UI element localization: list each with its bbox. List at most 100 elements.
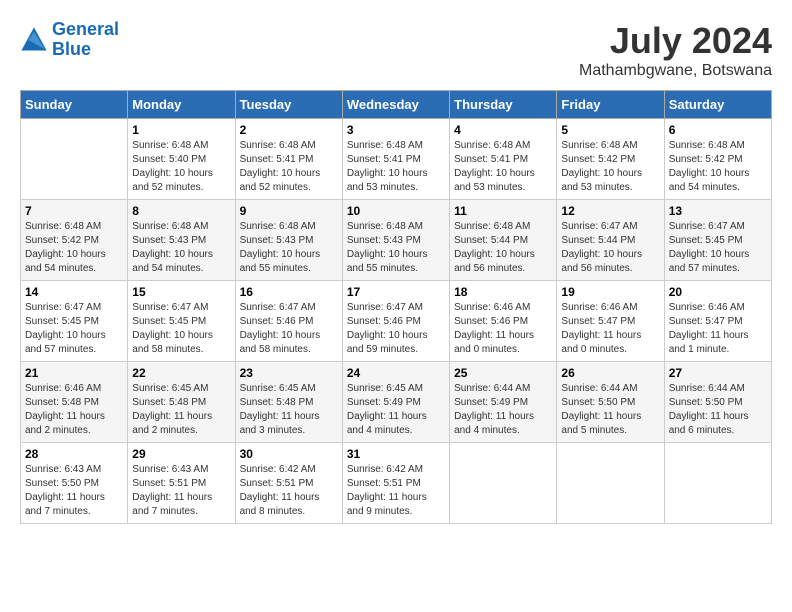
day-info: Sunrise: 6:43 AM Sunset: 5:50 PM Dayligh… (25, 463, 123, 519)
calendar-cell: 20 Sunrise: 6:46 AM Sunset: 5:47 PM Dayli… (664, 281, 771, 362)
day-number: 17 (347, 285, 445, 299)
weekday-header: Monday (128, 91, 235, 119)
day-number: 25 (454, 366, 552, 380)
day-number: 20 (669, 285, 767, 299)
calendar-cell: 21 Sunrise: 6:46 AM Sunset: 5:48 PM Dayli… (21, 362, 128, 443)
calendar-week-row: 7 Sunrise: 6:48 AM Sunset: 5:42 PM Daylig… (21, 200, 772, 281)
day-number: 16 (240, 285, 338, 299)
calendar-cell: 30 Sunrise: 6:42 AM Sunset: 5:51 PM Dayli… (235, 443, 342, 524)
day-number: 3 (347, 123, 445, 137)
calendar-cell: 3 Sunrise: 6:48 AM Sunset: 5:41 PM Daylig… (342, 119, 449, 200)
calendar-cell: 11 Sunrise: 6:48 AM Sunset: 5:44 PM Dayli… (450, 200, 557, 281)
weekday-header: Thursday (450, 91, 557, 119)
day-number: 8 (132, 204, 230, 218)
day-info: Sunrise: 6:48 AM Sunset: 5:42 PM Dayligh… (25, 220, 123, 276)
day-info: Sunrise: 6:47 AM Sunset: 5:44 PM Dayligh… (561, 220, 659, 276)
weekday-header: Tuesday (235, 91, 342, 119)
logo-line2: Blue (52, 39, 91, 59)
day-number: 7 (25, 204, 123, 218)
day-info: Sunrise: 6:48 AM Sunset: 5:43 PM Dayligh… (240, 220, 338, 276)
day-number: 6 (669, 123, 767, 137)
day-info: Sunrise: 6:46 AM Sunset: 5:47 PM Dayligh… (561, 301, 659, 357)
calendar-cell (557, 443, 664, 524)
day-number: 4 (454, 123, 552, 137)
day-number: 13 (669, 204, 767, 218)
day-number: 2 (240, 123, 338, 137)
day-info: Sunrise: 6:48 AM Sunset: 5:42 PM Dayligh… (561, 139, 659, 195)
day-number: 22 (132, 366, 230, 380)
day-info: Sunrise: 6:44 AM Sunset: 5:50 PM Dayligh… (561, 382, 659, 438)
day-number: 29 (132, 447, 230, 461)
day-info: Sunrise: 6:48 AM Sunset: 5:41 PM Dayligh… (347, 139, 445, 195)
calendar-cell: 17Sunrise: 6:47 AM Sunset: 5:46 PM Dayli… (342, 281, 449, 362)
day-info: Sunrise: 6:48 AM Sunset: 5:41 PM Dayligh… (454, 139, 552, 195)
day-info: Sunrise: 6:43 AM Sunset: 5:51 PM Dayligh… (132, 463, 230, 519)
day-info: Sunrise: 6:48 AM Sunset: 5:43 PM Dayligh… (347, 220, 445, 276)
day-info: Sunrise: 6:42 AM Sunset: 5:51 PM Dayligh… (240, 463, 338, 519)
day-info: Sunrise: 6:47 AM Sunset: 5:45 PM Dayligh… (132, 301, 230, 357)
day-number: 11 (454, 204, 552, 218)
day-info: Sunrise: 6:48 AM Sunset: 5:40 PM Dayligh… (132, 139, 230, 195)
weekday-header: Friday (557, 91, 664, 119)
day-number: 12 (561, 204, 659, 218)
day-number: 15 (132, 285, 230, 299)
day-number: 5 (561, 123, 659, 137)
day-info: Sunrise: 6:46 AM Sunset: 5:47 PM Dayligh… (669, 301, 767, 357)
month-title: July 2024 (579, 20, 772, 62)
calendar-cell: 13 Sunrise: 6:47 AM Sunset: 5:45 PM Dayli… (664, 200, 771, 281)
day-number: 21 (25, 366, 123, 380)
calendar-week-row: 1 Sunrise: 6:48 AM Sunset: 5:40 PM Daylig… (21, 119, 772, 200)
day-info: Sunrise: 6:48 AM Sunset: 5:42 PM Dayligh… (669, 139, 767, 195)
day-number: 23 (240, 366, 338, 380)
title-block: July 2024 Mathambgwane, Botswana (579, 20, 772, 80)
calendar-cell: 5 Sunrise: 6:48 AM Sunset: 5:42 PM Daylig… (557, 119, 664, 200)
calendar-cell (21, 119, 128, 200)
day-number: 19 (561, 285, 659, 299)
logo: General Blue (20, 20, 119, 60)
calendar-cell: 15 Sunrise: 6:47 AM Sunset: 5:45 PM Dayli… (128, 281, 235, 362)
day-number: 30 (240, 447, 338, 461)
calendar-body: 1 Sunrise: 6:48 AM Sunset: 5:40 PM Daylig… (21, 119, 772, 524)
calendar-cell: 29 Sunrise: 6:43 AM Sunset: 5:51 PM Dayli… (128, 443, 235, 524)
day-info: Sunrise: 6:47 AM Sunset: 5:45 PM Dayligh… (25, 301, 123, 357)
day-info: Sunrise: 6:44 AM Sunset: 5:50 PM Dayligh… (669, 382, 767, 438)
calendar-cell: 8 Sunrise: 6:48 AM Sunset: 5:43 PM Daylig… (128, 200, 235, 281)
day-number: 31 (347, 447, 445, 461)
day-info: Sunrise: 6:45 AM Sunset: 5:48 PM Dayligh… (132, 382, 230, 438)
calendar-cell: 27 Sunrise: 6:44 AM Sunset: 5:50 PM Dayli… (664, 362, 771, 443)
day-info: Sunrise: 6:42 AM Sunset: 5:51 PM Dayligh… (347, 463, 445, 519)
calendar-cell: 12 Sunrise: 6:47 AM Sunset: 5:44 PM Dayli… (557, 200, 664, 281)
day-info: Sunrise: 6:47 AM Sunset: 5:45 PM Dayligh… (669, 220, 767, 276)
logo-line1: General (52, 19, 119, 39)
day-info: Sunrise: 6:48 AM Sunset: 5:43 PM Dayligh… (132, 220, 230, 276)
calendar-header-row: SundayMondayTuesdayWednesdayThursdayFrid… (21, 91, 772, 119)
calendar-cell: 31 Sunrise: 6:42 AM Sunset: 5:51 PM Dayli… (342, 443, 449, 524)
weekday-header: Sunday (21, 91, 128, 119)
day-number: 1 (132, 123, 230, 137)
calendar-week-row: 28Sunrise: 6:43 AM Sunset: 5:50 PM Dayli… (21, 443, 772, 524)
calendar-cell: 9Sunrise: 6:48 AM Sunset: 5:43 PM Daylig… (235, 200, 342, 281)
calendar-cell: 18Sunrise: 6:46 AM Sunset: 5:46 PM Dayli… (450, 281, 557, 362)
calendar-cell: 1 Sunrise: 6:48 AM Sunset: 5:40 PM Daylig… (128, 119, 235, 200)
calendar-week-row: 14Sunrise: 6:47 AM Sunset: 5:45 PM Dayli… (21, 281, 772, 362)
day-info: Sunrise: 6:46 AM Sunset: 5:48 PM Dayligh… (25, 382, 123, 438)
weekday-header: Wednesday (342, 91, 449, 119)
calendar-cell: 7 Sunrise: 6:48 AM Sunset: 5:42 PM Daylig… (21, 200, 128, 281)
day-info: Sunrise: 6:47 AM Sunset: 5:46 PM Dayligh… (240, 301, 338, 357)
day-number: 24 (347, 366, 445, 380)
calendar-table: SundayMondayTuesdayWednesdayThursdayFrid… (20, 90, 772, 524)
day-number: 27 (669, 366, 767, 380)
calendar-cell: 23Sunrise: 6:45 AM Sunset: 5:48 PM Dayli… (235, 362, 342, 443)
day-number: 18 (454, 285, 552, 299)
calendar-cell: 22 Sunrise: 6:45 AM Sunset: 5:48 PM Dayli… (128, 362, 235, 443)
day-info: Sunrise: 6:48 AM Sunset: 5:44 PM Dayligh… (454, 220, 552, 276)
day-info: Sunrise: 6:48 AM Sunset: 5:41 PM Dayligh… (240, 139, 338, 195)
calendar-cell: 28Sunrise: 6:43 AM Sunset: 5:50 PM Dayli… (21, 443, 128, 524)
calendar-cell: 19 Sunrise: 6:46 AM Sunset: 5:47 PM Dayli… (557, 281, 664, 362)
calendar-cell: 10Sunrise: 6:48 AM Sunset: 5:43 PM Dayli… (342, 200, 449, 281)
logo-text: General Blue (52, 20, 119, 60)
page-header: General Blue July 2024 Mathambgwane, Bot… (20, 20, 772, 80)
day-info: Sunrise: 6:44 AM Sunset: 5:49 PM Dayligh… (454, 382, 552, 438)
calendar-cell (450, 443, 557, 524)
calendar-cell: 26Sunrise: 6:44 AM Sunset: 5:50 PM Dayli… (557, 362, 664, 443)
